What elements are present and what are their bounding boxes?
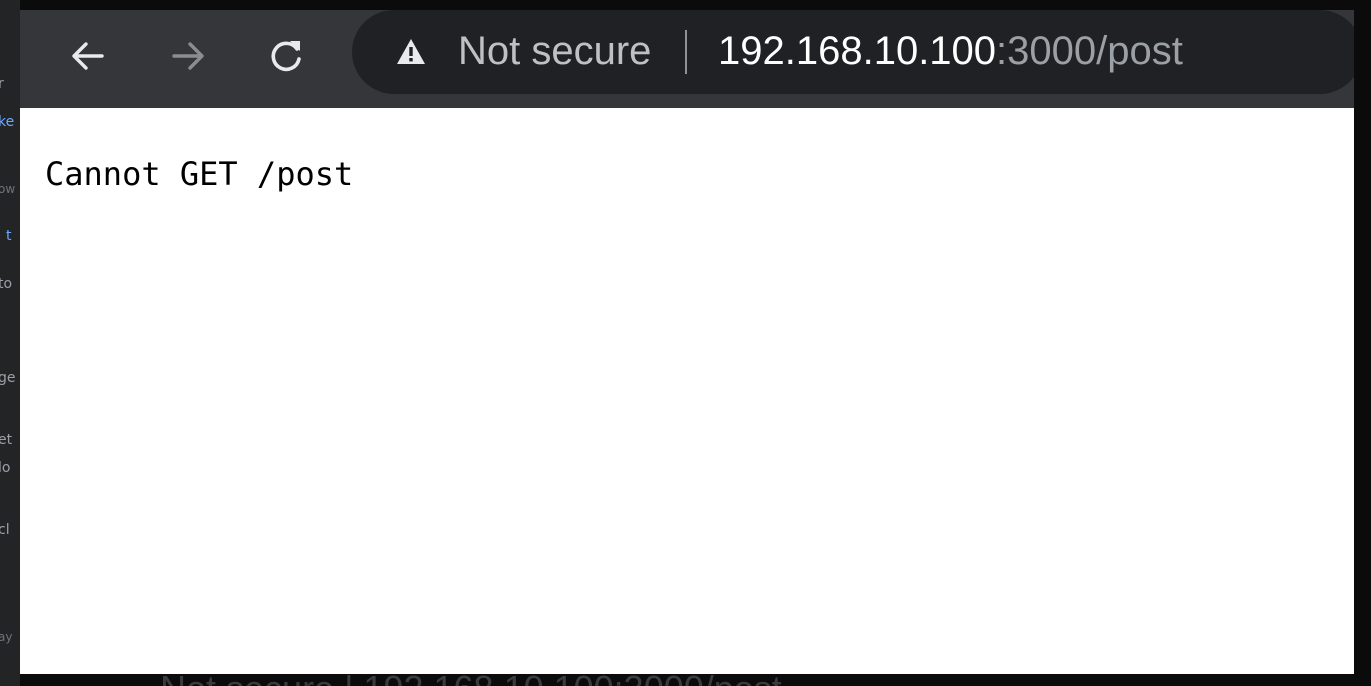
background-text-fragment: ge [0,370,16,386]
browser-window: Not secure 192.168.10.100:3000/post Cann… [20,10,1354,674]
background-text-fragment: ay [0,630,13,644]
background-text-fragment: cl [0,522,10,538]
ghost-address-text: Not secure | 192.168.10.100:3000/post [160,668,782,686]
arrow-left-icon [72,42,104,70]
url-host: 192.168.10.100 [718,29,997,73]
background-text-fragment: to [0,276,13,292]
url-port-path: :3000/post [996,29,1183,73]
browser-toolbar: Not secure 192.168.10.100:3000/post [20,10,1354,108]
background-text-fragment: r [0,76,4,92]
background-app-strip: r ke ow t to ge et lo cl ay [0,0,20,686]
background-text-fragment: ow [0,182,16,196]
error-message: Cannot GET /post [45,155,354,193]
background-text-fragment: lo [0,460,11,476]
address-separator [685,30,687,74]
background-window-ghost: Not secure | 192.168.10.100:3000/post [0,664,1371,686]
background-text-fragment: t [6,228,12,244]
back-button[interactable] [62,30,114,82]
reload-button[interactable] [260,30,312,82]
address-bar[interactable]: Not secure 192.168.10.100:3000/post [352,10,1354,94]
page-content: Cannot GET /post [20,108,1354,674]
background-text-fragment: ke [0,114,15,130]
security-status-label[interactable]: Not secure [458,26,651,76]
reload-icon [271,41,301,72]
arrow-right-icon [172,42,204,70]
forward-button[interactable] [162,30,214,82]
url-text[interactable]: 192.168.10.100:3000/post [718,26,1183,76]
background-text-fragment: et [0,432,13,448]
warning-triangle-icon[interactable] [396,37,426,67]
